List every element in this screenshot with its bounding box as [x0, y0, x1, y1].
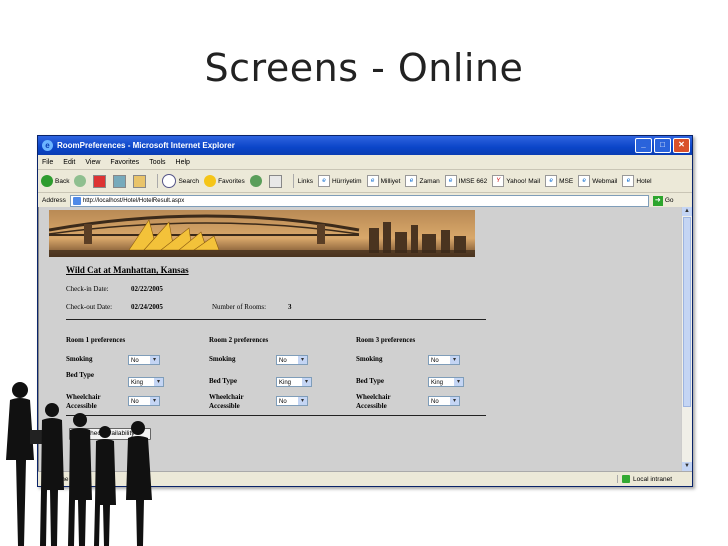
- search-button[interactable]: Search: [162, 174, 199, 188]
- window-title: RoomPreferences - Microsoft Internet Exp…: [57, 141, 235, 150]
- room3-wheelchair-label-2: Accessible: [356, 402, 387, 410]
- checkin-value: 02/22/2005: [131, 285, 163, 293]
- history-icon: [249, 175, 262, 187]
- room1-smoking-label: Smoking: [66, 355, 93, 363]
- close-button[interactable]: ✕: [673, 138, 690, 153]
- room3-wheelchair-label-1: Wheelchair: [356, 393, 391, 401]
- room1-smoking-select[interactable]: No: [128, 355, 160, 365]
- room2-heading: Room 2 preferences: [209, 336, 269, 344]
- history-button[interactable]: [249, 175, 264, 187]
- back-arrow-icon: [41, 175, 53, 187]
- link-webmail[interactable]: e Webmail: [578, 175, 617, 187]
- search-icon: [162, 174, 177, 188]
- go-button[interactable]: ➜ Go: [652, 195, 674, 206]
- room1-heading: Room 1 preferences: [66, 336, 126, 344]
- checkout-value: 02/24/2005: [131, 303, 163, 311]
- link-zaman[interactable]: e Zaman: [405, 175, 440, 187]
- page-icon: e: [366, 175, 379, 187]
- address-input[interactable]: http://localhost/Hotel/HotelResult.aspx: [69, 194, 649, 207]
- toolbar-separator: [292, 174, 294, 188]
- stop-icon: [93, 174, 107, 188]
- link-hotel[interactable]: e Hotel: [622, 175, 652, 187]
- toolbar-separator: [157, 174, 159, 188]
- room2-bed-select[interactable]: King: [276, 377, 312, 387]
- refresh-button[interactable]: [113, 174, 128, 188]
- stop-button[interactable]: [93, 174, 108, 188]
- scroll-down-icon[interactable]: ▼: [682, 462, 692, 471]
- menu-view[interactable]: View: [85, 159, 100, 166]
- intranet-icon: [622, 475, 630, 483]
- page-icon: e: [444, 175, 457, 187]
- divider: [66, 319, 486, 320]
- menu-help[interactable]: Help: [176, 159, 190, 166]
- room3-smoking-select[interactable]: No: [428, 355, 460, 365]
- status-zone: Local intranet: [617, 475, 692, 483]
- menu-bar: File Edit View Favorites Tools Help: [38, 155, 692, 170]
- room2-smoking-label: Smoking: [209, 355, 236, 363]
- vertical-scrollbar[interactable]: ▲ ▼: [681, 207, 692, 471]
- page-icon: e: [578, 175, 591, 187]
- room3-wheelchair-select[interactable]: No: [428, 396, 460, 406]
- page-icon: e: [405, 175, 418, 187]
- link-imse662[interactable]: e IMSE 662: [444, 175, 487, 187]
- business-people-silhouettes: [6, 382, 152, 546]
- menu-tools[interactable]: Tools: [149, 159, 165, 166]
- page-icon: e: [622, 175, 635, 187]
- rooms-label: Number of Rooms:: [212, 303, 267, 311]
- page-icon: e: [545, 175, 558, 187]
- title-bar: e RoomPreferences - Microsoft Internet E…: [38, 136, 692, 155]
- scroll-thumb[interactable]: [683, 217, 691, 407]
- forward-arrow-icon: [74, 175, 87, 187]
- page-icon: e: [317, 175, 330, 187]
- refresh-icon: [113, 174, 127, 188]
- link-mse[interactable]: e MSE: [545, 175, 573, 187]
- checkout-label: Check-out Date:: [66, 303, 113, 311]
- slide-title: Screens - Online: [204, 46, 524, 90]
- link-yahoo-mail[interactable]: Y Yahoo! Mail: [492, 175, 540, 187]
- room2-wheelchair-label-2: Accessible: [209, 402, 240, 410]
- link-hurriyetim[interactable]: e Hürriyetim: [317, 175, 362, 187]
- room2-bed-label: Bed Type: [209, 377, 237, 385]
- forward-button[interactable]: [74, 175, 88, 187]
- back-button[interactable]: Back: [41, 175, 69, 187]
- room3-heading: Room 3 preferences: [356, 336, 416, 344]
- checkin-label: Check-in Date:: [66, 285, 109, 293]
- minimize-button[interactable]: _: [635, 138, 652, 153]
- menu-edit[interactable]: Edit: [63, 159, 75, 166]
- links-label: Links: [297, 177, 313, 185]
- favorites-button[interactable]: Favorites: [204, 175, 245, 187]
- menu-file[interactable]: File: [42, 159, 53, 166]
- mail-button[interactable]: [268, 174, 284, 188]
- ie-icon: e: [42, 140, 53, 151]
- hotel-title: Wild Cat at Manhattan, Kansas: [66, 265, 189, 275]
- scroll-up-icon[interactable]: ▲: [682, 207, 692, 216]
- toolbar: Back Search Favorites Links e Hürriyetim …: [38, 170, 692, 193]
- room3-smoking-label: Smoking: [356, 355, 383, 363]
- star-icon: [204, 175, 217, 187]
- room3-bed-select[interactable]: King: [428, 377, 464, 387]
- zone-text: Local intranet: [633, 475, 673, 483]
- rooms-value: 3: [288, 303, 292, 311]
- mail-icon: [268, 174, 282, 188]
- yahoo-icon: Y: [492, 175, 505, 187]
- room2-smoking-select[interactable]: No: [276, 355, 308, 365]
- link-milliyet[interactable]: e Milliyet: [366, 175, 400, 187]
- room3-bed-label: Bed Type: [356, 377, 384, 385]
- home-icon: [133, 174, 147, 188]
- menu-favorites[interactable]: Favorites: [110, 159, 139, 166]
- room2-wheelchair-select[interactable]: No: [276, 396, 308, 406]
- address-label: Address: [42, 197, 66, 204]
- room2-wheelchair-label-1: Wheelchair: [209, 393, 244, 401]
- home-button[interactable]: [133, 174, 148, 188]
- hotel-banner-image: [49, 210, 475, 257]
- go-arrow-icon: ➜: [652, 195, 663, 206]
- maximize-button[interactable]: □: [654, 138, 671, 153]
